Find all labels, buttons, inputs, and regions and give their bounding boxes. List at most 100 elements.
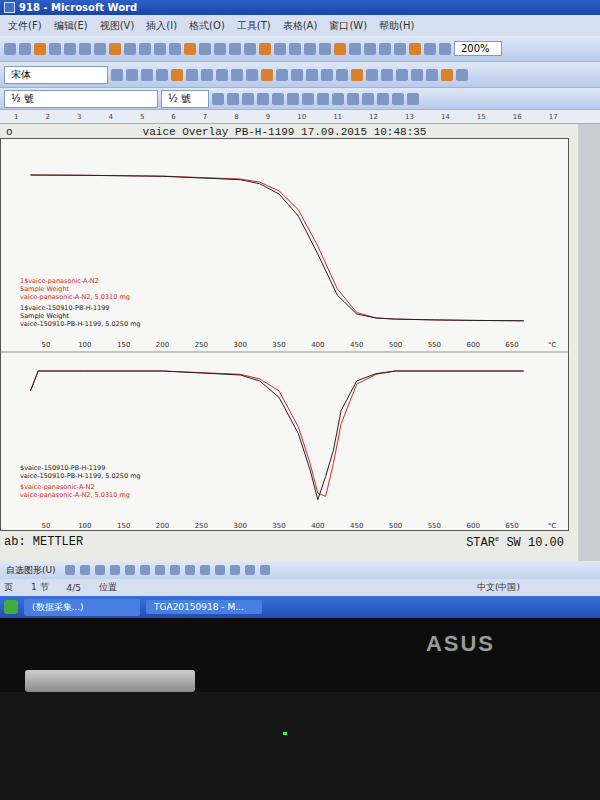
toolbar-icon[interactable] xyxy=(336,69,348,81)
toolbar-icon[interactable] xyxy=(274,43,286,55)
toolbar-icon[interactable] xyxy=(4,43,16,55)
drawing-icon[interactable] xyxy=(65,565,75,575)
toolbar-icon[interactable] xyxy=(199,43,211,55)
toolbar-icon[interactable] xyxy=(362,93,374,105)
toolbar-icon[interactable] xyxy=(214,43,226,55)
toolbar-icon[interactable] xyxy=(289,43,301,55)
toolbar-icon[interactable] xyxy=(141,69,153,81)
toolbar-icon[interactable] xyxy=(212,93,224,105)
zoom-box[interactable]: 200% xyxy=(454,41,502,56)
menu-item[interactable]: 文件(F) xyxy=(8,19,42,33)
drawing-icon[interactable] xyxy=(185,565,195,575)
toolbar-icon[interactable] xyxy=(64,43,76,55)
font-box[interactable]: 宋体 xyxy=(4,66,108,84)
taskbar-button[interactable]: (数据采集...) xyxy=(24,599,140,616)
toolbar-icon[interactable] xyxy=(334,43,346,55)
toolbar-icon[interactable] xyxy=(244,43,256,55)
drawing-icon[interactable] xyxy=(110,565,120,575)
toolbar-icon[interactable] xyxy=(169,43,181,55)
toolbar-icon[interactable] xyxy=(227,93,239,105)
menu-item[interactable]: 工具(T) xyxy=(237,19,271,33)
toolbar-icon[interactable] xyxy=(257,93,269,105)
drawing-icon[interactable] xyxy=(140,565,150,575)
toolbar-icon[interactable] xyxy=(409,43,421,55)
toolbar-icon[interactable] xyxy=(439,43,451,55)
toolbar-icon[interactable] xyxy=(424,43,436,55)
drawing-icon[interactable] xyxy=(155,565,165,575)
toolbar-icon[interactable] xyxy=(79,43,91,55)
drawing-icon[interactable] xyxy=(215,565,225,575)
toolbar-icon[interactable] xyxy=(216,69,228,81)
drawing-icon[interactable] xyxy=(125,565,135,575)
toolbar-icon[interactable] xyxy=(351,69,363,81)
toolbar-icon[interactable] xyxy=(154,43,166,55)
toolbar-icon[interactable] xyxy=(394,43,406,55)
toolbar-icon[interactable] xyxy=(347,93,359,105)
menu-item[interactable]: 视图(V) xyxy=(100,19,135,33)
toolbar-icon[interactable] xyxy=(94,43,106,55)
toolbar-icon[interactable] xyxy=(186,69,198,81)
x-tick: 100 xyxy=(78,341,91,349)
size-box[interactable]: ½ 號 xyxy=(4,90,158,108)
start-icon[interactable] xyxy=(4,600,18,614)
toolbar-icon[interactable] xyxy=(426,69,438,81)
taskbar-button[interactable]: TGA20150918 - M... xyxy=(146,600,262,614)
toolbar-icon[interactable] xyxy=(272,93,284,105)
drawing-icon[interactable] xyxy=(260,565,270,575)
toolbar-icon[interactable] xyxy=(411,69,423,81)
toolbar-icon[interactable] xyxy=(441,69,453,81)
toolbar-icon[interactable] xyxy=(139,43,151,55)
toolbar-icon[interactable] xyxy=(109,43,121,55)
toolbar-icon[interactable] xyxy=(49,43,61,55)
toolbar-icon[interactable] xyxy=(319,43,331,55)
toolbar-icon[interactable] xyxy=(246,69,258,81)
menu-item[interactable]: 插入(I) xyxy=(146,19,177,33)
menu-item[interactable]: 格式(O) xyxy=(189,19,225,33)
drawing-icon[interactable] xyxy=(95,565,105,575)
toolbar-icon[interactable] xyxy=(34,43,46,55)
toolbar-icon[interactable] xyxy=(276,69,288,81)
toolbar-icon[interactable] xyxy=(291,69,303,81)
size-box[interactable]: ½ 號 xyxy=(161,90,209,108)
autoshapes-menu[interactable]: 自选图形(U) xyxy=(6,564,60,577)
toolbar-icon[interactable] xyxy=(456,69,468,81)
toolbar-icon[interactable] xyxy=(366,69,378,81)
drawing-icon[interactable] xyxy=(245,565,255,575)
toolbar-icon[interactable] xyxy=(396,69,408,81)
toolbar-icon[interactable] xyxy=(156,69,168,81)
toolbar-icon[interactable] xyxy=(321,69,333,81)
toolbar-icon[interactable] xyxy=(259,43,271,55)
toolbar-icon[interactable] xyxy=(349,43,361,55)
toolbar-icon[interactable] xyxy=(19,43,31,55)
drawing-icon[interactable] xyxy=(230,565,240,575)
menu-item[interactable]: 表格(A) xyxy=(283,19,318,33)
toolbar-icon[interactable] xyxy=(381,69,393,81)
toolbar-icon[interactable] xyxy=(171,69,183,81)
toolbar-icon[interactable] xyxy=(229,43,241,55)
toolbar-icon[interactable] xyxy=(242,93,254,105)
toolbar-icon[interactable] xyxy=(407,93,419,105)
toolbar-icon[interactable] xyxy=(302,93,314,105)
toolbar-icon[interactable] xyxy=(304,43,316,55)
toolbar-icon[interactable] xyxy=(364,43,376,55)
menu-item[interactable]: 帮助(H) xyxy=(379,19,414,33)
toolbar-icon[interactable] xyxy=(377,93,389,105)
toolbar-icon[interactable] xyxy=(332,93,344,105)
menu-item[interactable]: 编辑(E) xyxy=(54,19,88,33)
toolbar-icon[interactable] xyxy=(126,69,138,81)
toolbar-icon[interactable] xyxy=(306,69,318,81)
toolbar-icon[interactable] xyxy=(124,43,136,55)
toolbar-icon[interactable] xyxy=(379,43,391,55)
menu-item[interactable]: 窗口(W) xyxy=(329,19,367,33)
drawing-icon[interactable] xyxy=(170,565,180,575)
drawing-icon[interactable] xyxy=(80,565,90,575)
drawing-icon[interactable] xyxy=(200,565,210,575)
toolbar-icon[interactable] xyxy=(261,69,273,81)
toolbar-icon[interactable] xyxy=(111,69,123,81)
toolbar-icon[interactable] xyxy=(201,69,213,81)
toolbar-icon[interactable] xyxy=(184,43,196,55)
toolbar-icon[interactable] xyxy=(231,69,243,81)
toolbar-icon[interactable] xyxy=(392,93,404,105)
toolbar-icon[interactable] xyxy=(317,93,329,105)
toolbar-icon[interactable] xyxy=(287,93,299,105)
